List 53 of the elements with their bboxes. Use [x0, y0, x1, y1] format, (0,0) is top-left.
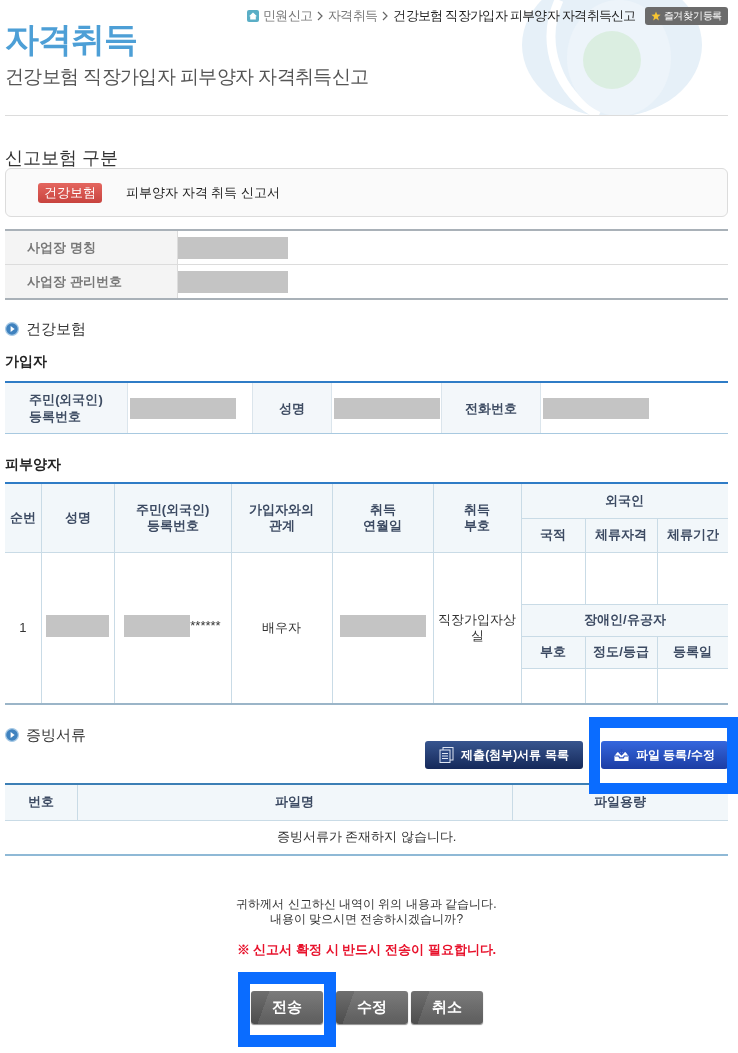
confirm-message: 내용이 맞으시면 전송하시겠습니까?	[268, 912, 465, 927]
home-icon	[246, 10, 259, 22]
section-title: 증빙서류	[26, 725, 86, 745]
table-cell: 배우자	[262, 619, 301, 636]
document-list-button[interactable]: 제출(첨부)서류 목록	[425, 741, 583, 769]
column-header: 파일명	[77, 784, 512, 820]
chevron-right-icon	[317, 11, 324, 21]
table-cell: ******	[190, 618, 221, 635]
column-header: 가입자와의 관계	[231, 483, 332, 552]
subsection-heading: 가입자	[5, 352, 48, 371]
column-header: 부호	[521, 636, 585, 668]
star-icon	[650, 11, 661, 21]
column-header: 취득 연월일	[332, 483, 433, 552]
column-header: 장애인/유공자	[521, 604, 728, 636]
table-cell: 1	[19, 619, 27, 636]
column-header: 성명	[41, 483, 114, 552]
warning-message: ※ 신고서 확정 시 반드시 전송이 필요합니다.	[235, 941, 498, 959]
insurance-badge: 건강보험	[38, 182, 102, 203]
field-label: 주민(외국인) 등록번호	[5, 383, 128, 433]
table-cell-text: 직장가입자상실	[437, 611, 517, 644]
empty-message: 증빙서류가 존재하지 않습니다.	[276, 829, 457, 845]
column-header: 정도/등급	[585, 636, 657, 668]
send-button[interactable]: 전송	[250, 991, 323, 1024]
breadcrumb-link[interactable]: 민원신고	[262, 7, 313, 25]
breadcrumb-link[interactable]: 자격취득	[328, 7, 378, 25]
column-header: 국적	[521, 518, 585, 552]
column-header: 번호	[5, 784, 77, 820]
field-label: 전화번호	[441, 383, 541, 433]
inbox-icon	[614, 747, 630, 763]
column-header: 외국인	[521, 483, 728, 518]
subsection-heading: 피부양자	[5, 455, 62, 474]
page-title: 자격취득	[5, 21, 138, 57]
edit-button[interactable]: 수정	[335, 991, 408, 1024]
bookmark-button[interactable]: 즐겨찾기등록	[644, 7, 728, 25]
column-header: 주민(외국인) 등록번호	[114, 483, 231, 552]
page-subtitle: 건강보험 직장가입자 피부양자 자격취득신고	[5, 65, 370, 89]
column-header: 순번	[5, 483, 41, 552]
column-header: 등록일	[657, 636, 728, 668]
form-name: 피부양자 자격 취득 신고서	[126, 183, 280, 202]
column-header: 체류기간	[657, 518, 728, 552]
chevron-right-icon	[382, 11, 389, 21]
cancel-button[interactable]: 취소	[410, 991, 483, 1024]
section-heading: 신고보험 구분	[5, 148, 119, 168]
section-title: 건강보험	[26, 319, 86, 339]
field-label: 성명	[252, 383, 332, 433]
field-label: 사업장 관리번호	[5, 265, 178, 298]
breadcrumb-link[interactable]: 건강보험 직장가입자 피부양자 자격취득신고	[393, 7, 636, 25]
column-header: 취득 부호	[433, 483, 521, 552]
field-label: 사업장 명칭	[5, 231, 178, 264]
column-header: 체류자격	[585, 518, 657, 552]
confirm-message: 귀하께서 신고하신 내역이 위의 내용과 같습니다.	[235, 897, 498, 912]
file-upload-button[interactable]: 파일 등록/수정	[601, 741, 728, 769]
document-icon	[439, 747, 455, 763]
